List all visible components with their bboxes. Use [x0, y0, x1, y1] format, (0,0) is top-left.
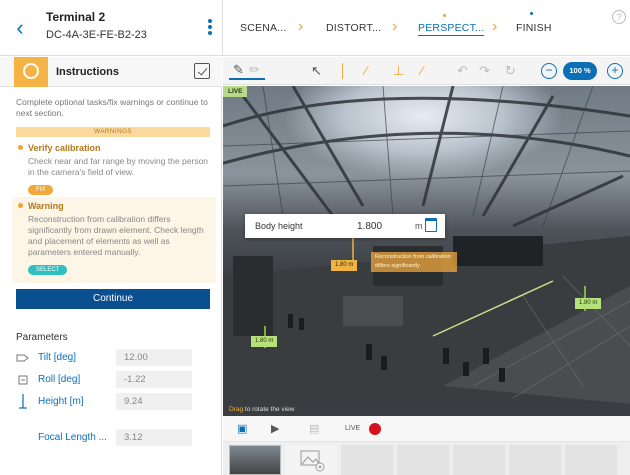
image-add-icon [300, 450, 325, 472]
vertical-line-tool-icon[interactable]: │ [339, 63, 347, 79]
measure-label-green[interactable]: 1.80 m [251, 336, 278, 347]
chevron-right-icon: › [392, 18, 398, 35]
continue-button[interactable]: Continue [16, 289, 210, 309]
step-indicator-dot [443, 14, 446, 17]
checklist-icon[interactable] [194, 63, 210, 79]
playback-icon[interactable]: ▶ [271, 422, 279, 436]
redo-icon[interactable]: ↷ [479, 63, 490, 79]
instructions-badge-icon [14, 57, 48, 87]
verify-text: Check near and far range by moving the p… [28, 156, 209, 177]
verify-title: Verify calibration [16, 143, 212, 153]
empty-slot [509, 445, 561, 475]
step-scene[interactable]: SCENA... [240, 22, 287, 34]
back-button[interactable]: ‹ [10, 14, 30, 42]
body-height-unit: m [415, 221, 423, 231]
device-title: Terminal 2 [46, 10, 106, 24]
empty-slot [453, 445, 505, 475]
instructions-title: Instructions [56, 66, 119, 78]
undo-icon[interactable]: ↶ [457, 63, 468, 79]
height-line-tool-icon[interactable]: ⊥ [393, 63, 404, 79]
pencil-icon[interactable]: ✏ [249, 62, 260, 78]
empty-slot [397, 445, 449, 475]
step-finish[interactable]: FINISH [516, 22, 552, 34]
step-distortion[interactable]: DISTORT... [326, 22, 381, 34]
drag-hint-text: to rotate the view [243, 406, 295, 413]
body-height-popover: Body height 1.800 m [245, 214, 445, 238]
select-button[interactable]: SELECT [28, 265, 68, 275]
calibration-warning-tooltip: Reconstruction from calibration differs … [371, 252, 457, 272]
body-height-value[interactable]: 1.800 [357, 221, 382, 232]
empty-slot [341, 445, 393, 475]
ground-line-tool-icon[interactable]: ⁄ [421, 63, 423, 79]
instructions-panel: Instructions Complete optional tasks/fix… [0, 57, 222, 475]
param-label: Tilt [deg] [38, 352, 76, 363]
video-source-bar: ▣ ▶ ▤ LIVE [223, 416, 630, 442]
height-field[interactable]: 9.24 [116, 393, 192, 410]
param-label: Focal Length ... [38, 432, 107, 443]
add-snapshot-icon[interactable] [285, 445, 337, 475]
device-id: DC-4A-3E-FE-B2-23 [46, 29, 147, 41]
instructions-intro: Complete optional tasks/fix warnings or … [16, 97, 208, 118]
focal-length-field[interactable]: 3.12 [116, 429, 192, 446]
tilt-icon [16, 354, 29, 362]
cursor-icon[interactable]: ↖ [311, 63, 322, 79]
step-perspective[interactable]: PERSPECT... [418, 22, 485, 36]
drawing-toolbar: ✎ ✏ ↖ │ ⁄ ⊥ ⁄ ↶ ↷ ↻ − 100 % + [223, 57, 630, 85]
live-label: LIVE [345, 425, 361, 432]
snapshot-thumbnail[interactable] [229, 445, 281, 475]
height-icon [19, 394, 27, 409]
tilt-field[interactable]: 12.00 [116, 349, 192, 366]
empty-slot [565, 445, 617, 475]
measure-label-orange[interactable]: 1.80 m [331, 260, 358, 271]
instructions-header: Instructions [0, 57, 222, 87]
snapshot-strip [223, 442, 630, 475]
warning-title: Warning [16, 201, 212, 211]
roll-icon [18, 375, 28, 385]
angled-line-tool-icon[interactable]: ⁄ [365, 63, 367, 79]
wizard-steps: SCENA... › DISTORT... › PERSPECT... › FI… [222, 0, 630, 56]
reset-icon[interactable]: ↻ [505, 63, 516, 79]
gallery-icon[interactable]: ▤ [309, 422, 319, 436]
zoom-in-icon[interactable]: + [607, 63, 623, 79]
live-camera-icon[interactable]: ▣ [237, 422, 247, 436]
top-header: ‹ Terminal 2 DC-4A-3E-FE-B2-23 SCENA... … [0, 0, 630, 56]
record-icon[interactable] [369, 423, 381, 435]
live-tag: LIVE [223, 86, 248, 97]
warning-item: Warning Reconstruction from calibration … [16, 201, 212, 276]
draw-tool-group: ✎ ✏ [229, 62, 265, 80]
help-icon[interactable]: ? [612, 10, 626, 24]
pen-icon[interactable]: ✎ [233, 62, 244, 78]
measure-label-green[interactable]: 1.80 m [575, 298, 602, 309]
chevron-right-icon: › [492, 18, 498, 35]
verify-calibration-item: Verify calibration Check near and far ra… [16, 143, 212, 196]
param-label: Height [m] [38, 396, 84, 407]
chevron-right-icon: › [298, 18, 304, 35]
warning-text: Reconstruction from calibration differs … [28, 214, 204, 257]
camera-view[interactable]: LIVE Body height 1.800 m 1.80 m Reconstr… [223, 86, 630, 404]
param-row-height: Height [m] 9.24 [16, 393, 216, 411]
delete-icon[interactable] [425, 218, 437, 232]
warnings-label: WARNINGS [16, 127, 210, 137]
param-row-focal: Focal Length ... 3.12 [16, 429, 216, 447]
param-row-tilt: Tilt [deg] 12.00 [16, 349, 216, 367]
body-height-label: Body height [255, 221, 303, 231]
step-indicator-dot [530, 12, 533, 15]
drag-hint: Drag to rotate the view [223, 404, 630, 416]
roll-field[interactable]: -1.22 [116, 371, 192, 388]
param-label: Roll [deg] [38, 374, 81, 385]
fix-button[interactable]: FIX [28, 185, 54, 195]
more-menu-icon[interactable] [206, 18, 214, 38]
parameters-title: Parameters [16, 332, 68, 343]
drag-hint-keyword: Drag [229, 406, 244, 413]
zoom-out-icon[interactable]: − [541, 63, 557, 79]
terminal-scene-drawing [223, 86, 630, 404]
zoom-level[interactable]: 100 % [563, 62, 597, 80]
param-row-roll: Roll [deg] -1.22 [16, 371, 216, 389]
